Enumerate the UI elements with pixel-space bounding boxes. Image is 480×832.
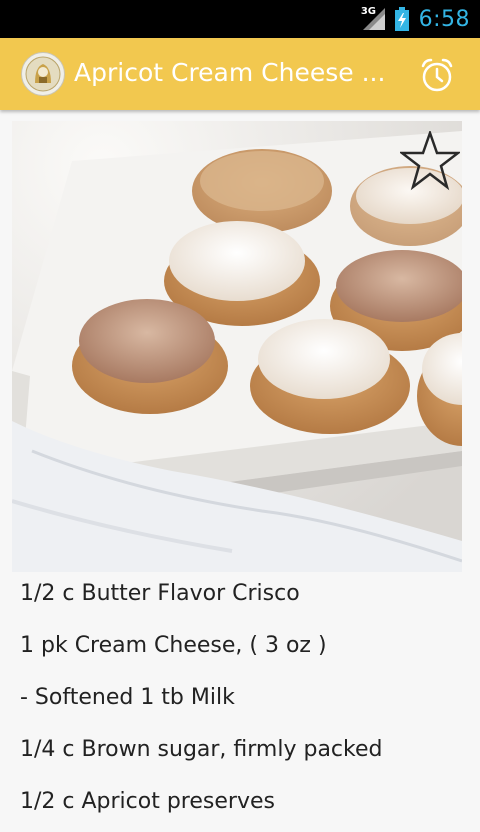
ingredient-item: - Softened 1 tb Milk xyxy=(20,685,235,710)
app-logo-icon[interactable] xyxy=(21,52,65,96)
ingredient-item: 1/4 c Brown sugar, firmly packed xyxy=(20,737,383,762)
action-bar: Apricot Cream Cheese ... xyxy=(0,38,480,110)
signal-strength-icon xyxy=(362,8,385,30)
ingredient-item: 1/2 c Apricot preserves xyxy=(20,789,275,814)
page-title: Apricot Cream Cheese ... xyxy=(74,58,386,87)
ingredient-item: 1/2 c Butter Flavor Crisco xyxy=(20,581,300,606)
alarm-clock-icon[interactable] xyxy=(418,56,456,94)
status-bar: 3G 6:58 xyxy=(0,0,480,38)
battery-charging-icon xyxy=(394,7,409,31)
recipe-photo xyxy=(12,121,462,572)
star-outline-icon[interactable] xyxy=(400,131,460,191)
clock: 6:58 xyxy=(418,6,470,32)
ingredient-item: 1 pk Cream Cheese, ( 3 oz ) xyxy=(20,633,327,658)
ingredient-list: 1/2 c Butter Flavor Crisco 1 pk Cream Ch… xyxy=(20,572,470,832)
